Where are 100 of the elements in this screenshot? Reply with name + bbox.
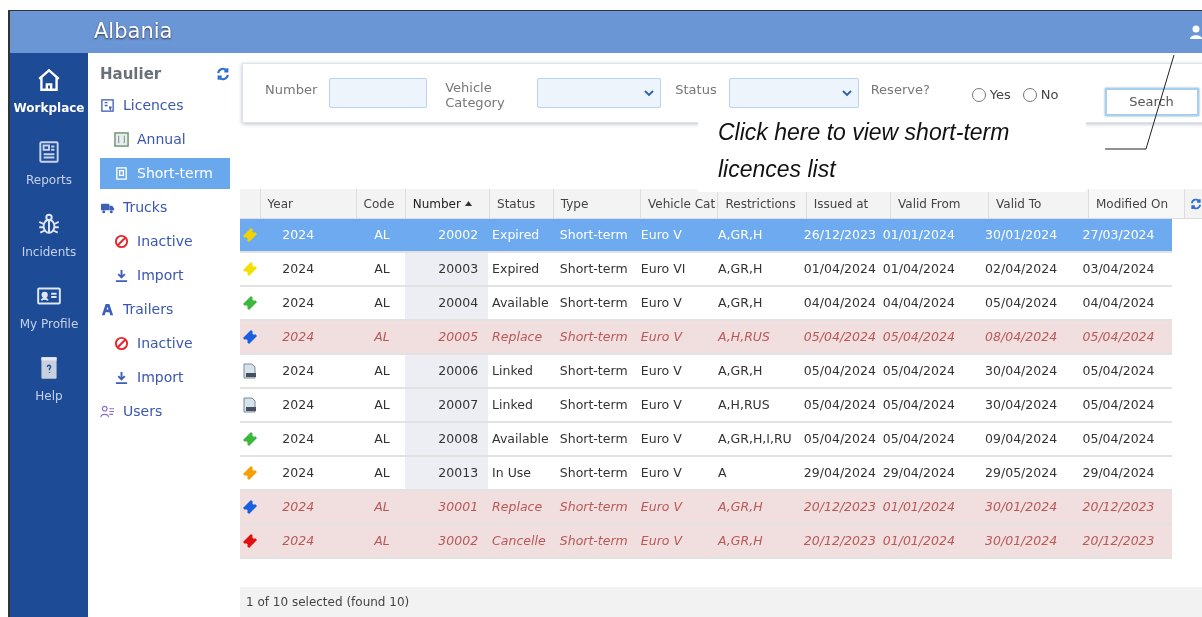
table-cell-text: 05/04/2024 bbox=[984, 293, 1059, 312]
table-cell-text: Euro V bbox=[639, 225, 683, 244]
table-cell-text: 26/12/2023 bbox=[802, 225, 877, 244]
table-cell-text: AL bbox=[373, 259, 391, 278]
table-cell: 20003 bbox=[404, 253, 489, 285]
table-cell-text: 05/04/2024 bbox=[882, 327, 956, 346]
table-cell-text: Euro V bbox=[639, 293, 683, 312]
sidebar-item[interactable]: Inactive bbox=[100, 225, 230, 257]
app-title: Albania bbox=[94, 18, 173, 46]
table-cell-text: 2024 bbox=[281, 531, 316, 550]
table-cell-text: A,GR,H,I,RU bbox=[717, 429, 793, 448]
table-cell-text: AL bbox=[373, 497, 391, 516]
table-row[interactable]: 2024 AL 20013 In Use Short-term Euro V A 29/04/2024 29/04/2024 29/05/2024 29/04/2024 bbox=[240, 457, 1172, 491]
table-cell-text: A,GR,H bbox=[716, 531, 764, 550]
table-cell-text: 2024 bbox=[281, 429, 316, 448]
sidebar-item[interactable]: Annual bbox=[100, 123, 230, 155]
table-cell-text: AL bbox=[373, 293, 391, 312]
table-cell-text: AL bbox=[373, 531, 391, 550]
sidebar-item[interactable]: Trucks bbox=[100, 191, 230, 223]
refresh-icon[interactable] bbox=[216, 67, 230, 82]
sidebar-item[interactable]: Trailers bbox=[100, 293, 230, 325]
nav-item[interactable]: Workplace bbox=[13, 67, 85, 117]
radio-option[interactable]: No bbox=[1022, 85, 1059, 105]
status-bar: 1 of 10 selected (found 10) bbox=[240, 587, 1202, 617]
table-cell-text: 01/01/2024 bbox=[882, 225, 956, 244]
nav-item[interactable]: My Profile bbox=[19, 283, 79, 333]
user-icon[interactable] bbox=[1190, 25, 1202, 39]
table-row[interactable]: 2024 AL 20003 Expired Short-term Euro VI A,GR,H 01/04/2024 01/04/2024 02/04/2024 03/04/2024 bbox=[240, 253, 1172, 287]
table-cell-text: 29/04/2024 bbox=[882, 463, 956, 482]
table-cell-text: 2024 bbox=[281, 395, 316, 414]
nav-item[interactable]: Reports bbox=[26, 139, 72, 189]
table-cell-text: 03/04/2024 bbox=[1081, 259, 1156, 278]
sidebar-item[interactable]: Licences bbox=[100, 89, 230, 121]
table-cell-text: Linked bbox=[491, 361, 534, 380]
column-header[interactable]: Number bbox=[405, 189, 490, 218]
table-cell-text: AL bbox=[373, 463, 391, 482]
number-label: Number bbox=[265, 81, 318, 99]
column-header[interactable]: Status bbox=[490, 189, 554, 218]
table-cell-text: Available bbox=[491, 429, 550, 448]
calendar-icon bbox=[114, 131, 129, 147]
sidebar-item[interactable]: Inactive bbox=[100, 327, 230, 359]
table-cell-text: AL bbox=[373, 395, 391, 414]
table-row[interactable]: 2024 AL 20007 Linked Short-term Euro V A,H,RUS 05/04/2024 05/04/2024 30/04/2024 05/04/2024 bbox=[240, 389, 1172, 423]
table-cell-text: Euro V bbox=[639, 463, 683, 482]
column-header[interactable]: Year bbox=[260, 189, 357, 218]
table-cell-text: Short-term bbox=[558, 463, 629, 482]
certificate-icon bbox=[100, 97, 115, 113]
sidebar-item[interactable]: Import bbox=[100, 361, 230, 393]
column-header[interactable]: Modified On bbox=[1088, 189, 1185, 218]
table-cell-text: Short-term bbox=[558, 395, 629, 414]
table-row[interactable]: 2024 AL 20005 Replace Short-term Euro V A,H,RUS 05/04/2024 05/04/2024 08/04/2024 05/04/2024 bbox=[240, 321, 1172, 355]
table-cell-text: 2024 bbox=[281, 327, 316, 346]
refresh-icon[interactable] bbox=[1190, 197, 1202, 210]
table-row[interactable]: 2024 AL 30002 Cancelle Short-term Euro V A,GR,H 20/12/2023 01/01/2024 30/01/2024 20/12/2023 bbox=[240, 525, 1172, 559]
table-cell-text: 2024 bbox=[281, 463, 316, 482]
table-row[interactable]: 2024 AL 20006 Linked Short-term Euro V A,GR,H 05/04/2024 05/04/2024 30/04/2024 05/04/2024 bbox=[240, 355, 1172, 389]
table-cell-text: 30/01/2024 bbox=[984, 225, 1059, 244]
radio-option[interactable]: Yes bbox=[971, 85, 1011, 105]
table-cell-text: Euro V bbox=[639, 327, 684, 346]
table-cell-text: Short-term bbox=[558, 327, 629, 346]
table-cell-text: 01/01/2024 bbox=[882, 497, 956, 516]
table-row[interactable]: 2024 AL 20004 Available Short-term Euro V A,GR,H 04/04/2024 04/04/2024 05/04/2024 04/04/2024 bbox=[240, 287, 1172, 321]
table-cell-text: 30002 bbox=[437, 531, 480, 550]
table-cell-text: AL bbox=[373, 361, 391, 380]
table-cell-text: Euro V bbox=[639, 531, 684, 550]
table-cell-text: AL bbox=[373, 225, 391, 244]
table-cell-text: 01/04/2024 bbox=[802, 259, 877, 278]
nav-item[interactable]: Help bbox=[35, 355, 63, 405]
sidebar-item[interactable]: Users bbox=[100, 395, 230, 427]
table-cell-text: 04/04/2024 bbox=[802, 293, 877, 312]
table-cell-text: Linked bbox=[491, 395, 534, 414]
table-row[interactable]: 2024 AL 20008 Available Short-term Euro V A,GR,H,I,RU 05/04/2024 05/04/2024 09/04/2024 05/04/2024 bbox=[240, 423, 1172, 457]
table-row[interactable]: 2024 AL 30001 Replace Short-term Euro V A,GR,H 20/12/2023 01/01/2024 30/01/2024 20/12/2023 bbox=[240, 491, 1172, 525]
ban-icon bbox=[114, 335, 129, 351]
table-cell-text: A,GR,H bbox=[717, 225, 764, 244]
table-cell-text: 08/04/2024 bbox=[984, 327, 1059, 346]
table-cell-text: 30/04/2024 bbox=[984, 395, 1059, 414]
chevron-down-icon bbox=[841, 89, 852, 97]
table-cell-text: 09/04/2024 bbox=[984, 429, 1059, 448]
nav-item[interactable]: Incidents bbox=[21, 211, 77, 261]
table-cell-text: A,H,RUS bbox=[717, 395, 771, 414]
table-cell-text: A,GR,H bbox=[717, 259, 764, 278]
sidebar-item[interactable]: Import bbox=[100, 259, 230, 291]
column-header[interactable]: Code bbox=[356, 189, 406, 218]
table-cell-text: 05/04/2024 bbox=[1081, 327, 1156, 346]
table-cell-text: 2024 bbox=[281, 225, 316, 244]
table-cell-text: 20/12/2023 bbox=[802, 531, 877, 550]
table-cell-text: A,GR,H bbox=[717, 293, 764, 312]
document-icon bbox=[242, 363, 259, 379]
table-cell-text: Available bbox=[491, 293, 550, 312]
table-cell-text: Short-term bbox=[558, 531, 629, 550]
table-cell-text: 01/04/2024 bbox=[882, 259, 956, 278]
table-cell-text: 2024 bbox=[281, 361, 316, 380]
table-cell-text: AL bbox=[373, 429, 391, 448]
number-field[interactable] bbox=[329, 78, 428, 108]
table-cell: 20006 bbox=[404, 355, 489, 387]
table-cell-text: 05/04/2024 bbox=[882, 429, 956, 448]
table-cell-text: Expired bbox=[491, 259, 541, 278]
column-header[interactable]: Type bbox=[553, 189, 641, 218]
sort-ascending-icon[interactable] bbox=[464, 201, 472, 206]
